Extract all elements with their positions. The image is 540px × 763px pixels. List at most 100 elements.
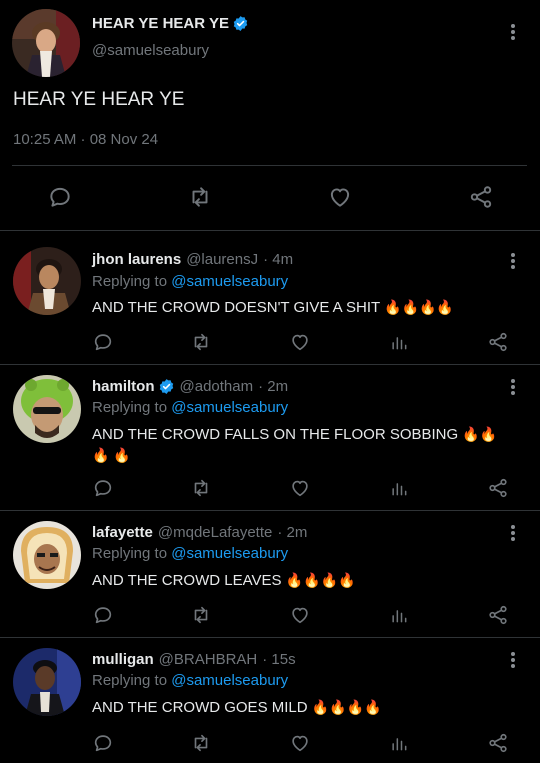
avatar[interactable] [12,9,80,77]
replying-to-label: Replying to [92,399,172,416]
reply-icon [94,607,112,624]
tweet-text: AND THE CROWD GOES MILD 🔥🔥🔥🔥 [92,697,512,718]
handle[interactable]: @mqdeLafayette [158,524,272,541]
share-button[interactable] [485,475,511,501]
like-button[interactable] [287,329,313,355]
share-icon [489,478,507,498]
more-options-icon[interactable] [505,22,521,42]
handle[interactable]: @laurensJ [186,251,258,268]
more-options-icon[interactable] [505,650,521,670]
mention-link[interactable]: @samuelseabury [171,399,288,416]
retweet-icon [194,734,208,752]
analytics-icon [392,610,407,623]
replying-to-label: Replying to [92,273,172,290]
share-icon [489,332,507,352]
reply-icon [94,334,112,351]
replying-to-label: Replying to [92,672,172,689]
like-icon [292,607,308,624]
reply-button[interactable] [90,730,116,756]
reply-tweet[interactable]: hamilton @adotham · 2m Replying to @samu… [0,365,540,510]
mention-link[interactable]: @samuelseabury [171,273,288,290]
share-button[interactable] [465,182,497,212]
share-button[interactable] [485,602,511,628]
display-name[interactable]: HEAR YE HEAR YE [92,15,229,32]
retweet-icon [194,479,208,497]
mention-link[interactable]: @samuelseabury [171,672,288,689]
mention-link[interactable]: @samuelseabury [171,545,288,562]
reply-button[interactable] [90,475,116,501]
analytics-button[interactable] [386,730,412,756]
tweet-body: AND THE CROWD DOESN'T GIVE A SHIT [92,299,380,316]
reply-button[interactable] [90,329,116,355]
fire-emoji: 🔥🔥🔥🔥 [384,299,454,315]
tweet-body: AND THE CROWD LEAVES [92,572,282,589]
display-name-row: lafayette @mqdeLafayette · 2m [92,524,307,541]
display-name[interactable]: mulligan [92,651,154,668]
display-name[interactable]: hamilton [92,378,155,395]
like-icon [292,334,308,351]
reply-icon [94,480,112,497]
retweet-button[interactable] [188,329,214,355]
verified-badge-icon [233,16,248,31]
timestamp: · 15s [262,651,296,668]
like-button[interactable] [287,475,313,501]
retweet-button[interactable] [188,602,214,628]
display-name-row: HEAR YE HEAR YE [92,15,249,32]
like-button[interactable] [324,182,356,212]
handle[interactable]: @samuelseabury [92,42,209,59]
handle[interactable]: @BRAHBRAH [159,651,258,668]
share-button[interactable] [485,730,511,756]
replying-to-label: Replying to [92,545,172,562]
avatar[interactable] [13,648,81,716]
retweet-icon [194,333,208,351]
analytics-button[interactable] [386,602,412,628]
replying-to: Replying to @samuelseabury [92,273,288,290]
analytics-icon [392,483,407,496]
reply-button[interactable] [44,182,76,212]
more-options-icon[interactable] [505,251,521,271]
retweet-icon [192,187,208,207]
avatar[interactable] [13,521,81,589]
share-icon [470,186,492,208]
retweet-button[interactable] [188,730,214,756]
reply-tweet[interactable]: lafayette @mqdeLafayette · 2m Replying t… [0,511,540,637]
display-name[interactable]: jhon laurens [92,251,181,268]
timestamp: · 2m [277,524,308,541]
more-options-icon[interactable] [505,523,521,543]
like-icon [292,735,308,752]
tweet-text: AND THE CROWD FALLS ON THE FLOOR SOBBING… [92,424,510,466]
reply-tweet[interactable]: mulligan @BRAHBRAH · 15s Replying to @sa… [0,638,540,763]
share-icon [489,605,507,625]
display-name-row: jhon laurens @laurensJ · 4m [92,251,293,268]
retweet-button[interactable] [184,182,216,212]
display-name-row: mulligan @BRAHBRAH · 15s [92,651,296,668]
reply-icon [50,187,70,207]
display-name-row: hamilton @adotham · 2m [92,378,288,395]
analytics-button[interactable] [386,329,412,355]
analytics-button[interactable] [386,475,412,501]
handle[interactable]: @adotham [180,378,254,395]
like-button[interactable] [287,730,313,756]
tweet-text: HEAR YE HEAR YE [13,89,185,110]
like-icon [330,188,350,207]
verified-badge-icon [159,379,173,394]
reply-tweet[interactable]: jhon laurens @laurensJ · 4m Replying to … [0,231,540,364]
like-button[interactable] [287,602,313,628]
timestamp: · 4m [263,251,294,268]
display-name[interactable]: lafayette [92,524,153,541]
reply-button[interactable] [90,602,116,628]
share-button[interactable] [485,329,511,355]
timestamp: · 2m [258,378,289,395]
retweet-button[interactable] [188,475,214,501]
divider [12,165,527,166]
more-options-icon[interactable] [505,377,521,397]
main-tweet: HEAR YE HEAR YE @samuelseabury HEAR YE H… [0,0,540,230]
replying-to: Replying to @samuelseabury [92,672,288,689]
tweet-text: AND THE CROWD DOESN'T GIVE A SHIT 🔥🔥🔥🔥 [92,297,512,318]
analytics-icon [392,738,407,751]
avatar[interactable] [13,375,81,443]
fire-emoji: 🔥🔥🔥🔥 [285,572,356,588]
replying-to: Replying to @samuelseabury [92,399,288,416]
replying-to: Replying to @samuelseabury [92,545,288,562]
avatar[interactable] [13,247,81,315]
